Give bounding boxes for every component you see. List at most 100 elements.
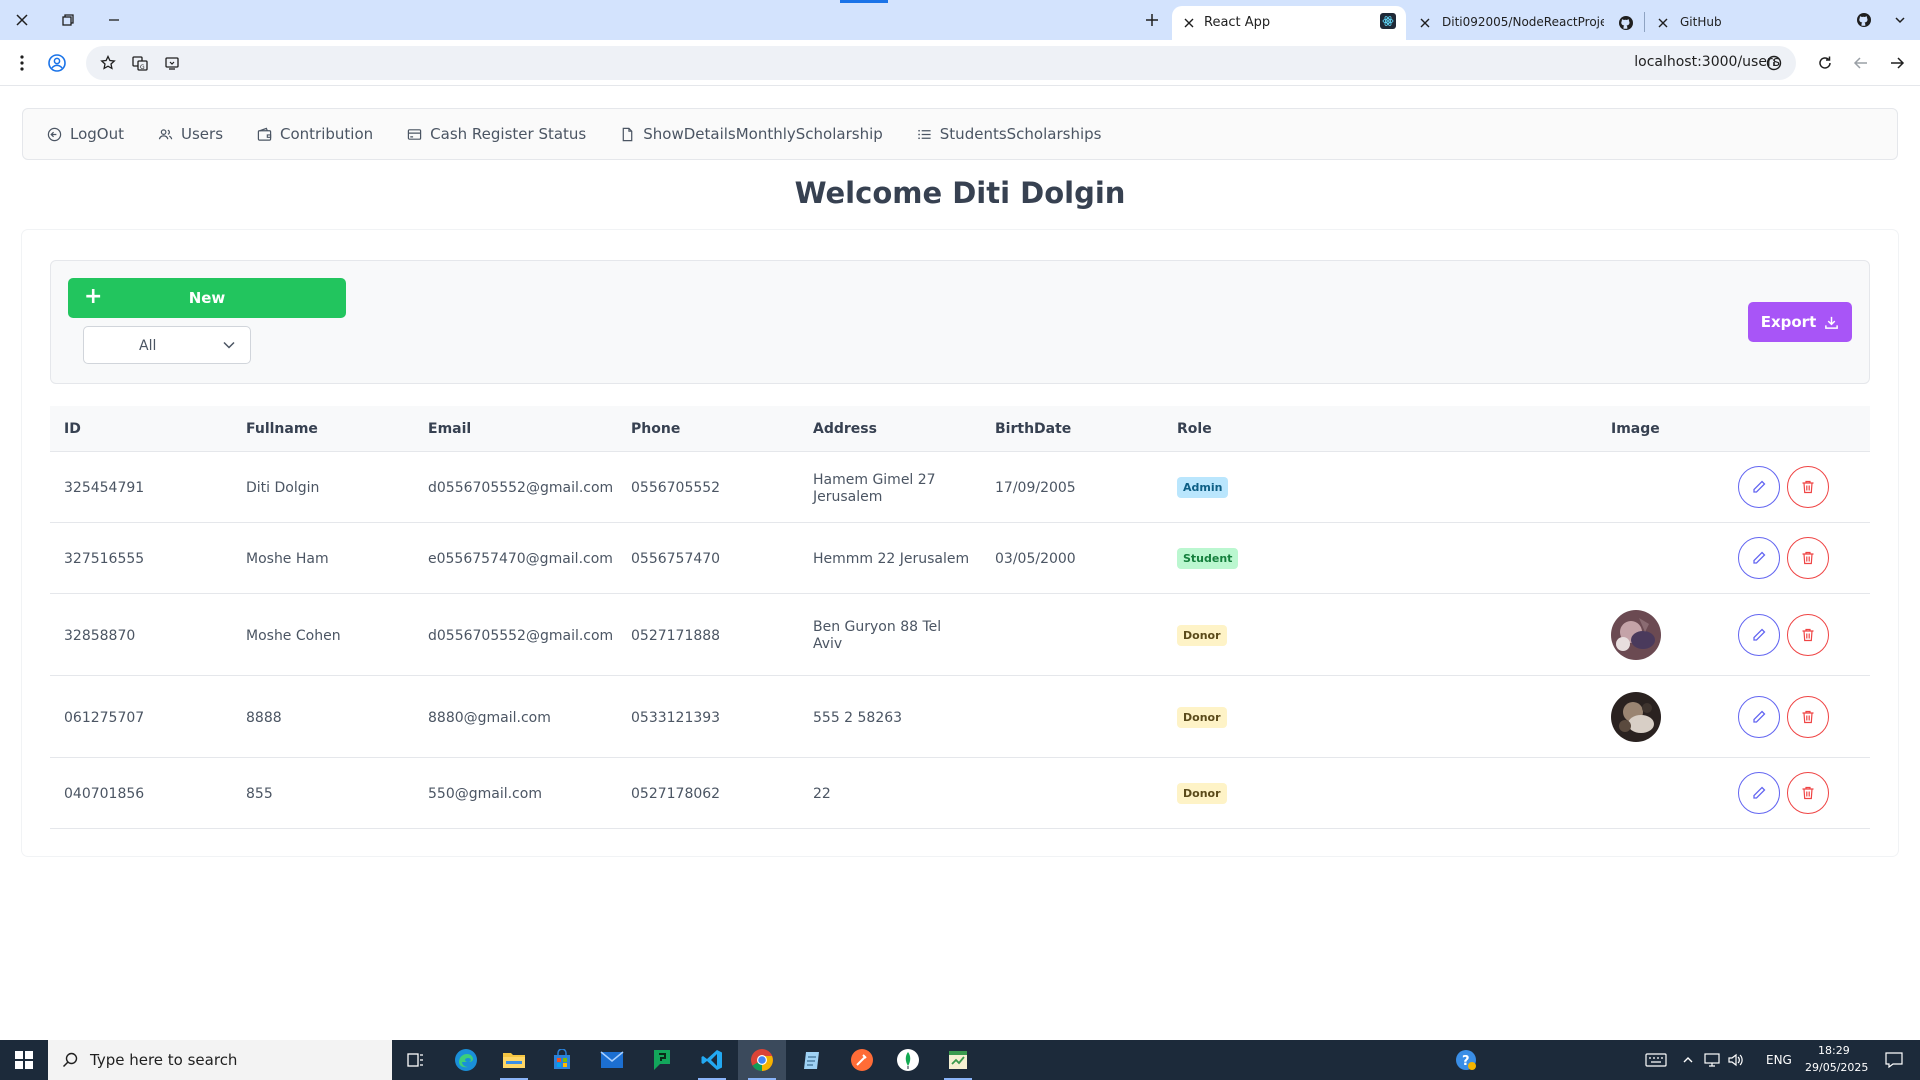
- menu-contribution[interactable]: Contribution: [257, 125, 373, 143]
- role-badge: Donor: [1177, 707, 1227, 728]
- postman-icon[interactable]: [838, 1040, 886, 1080]
- cell-id: 327516555: [64, 551, 145, 567]
- edit-button[interactable]: [1738, 696, 1780, 738]
- profile-icon[interactable]: [46, 52, 68, 74]
- cell-email: 8880@gmail.com: [428, 710, 551, 726]
- language-indicator[interactable]: ENG: [1766, 1053, 1792, 1067]
- windows-start-icon[interactable]: [0, 1040, 48, 1080]
- export-button-label: Export: [1760, 313, 1817, 331]
- forward-icon[interactable]: [1850, 52, 1872, 74]
- app-menubar: LogOut Users Contribution Cash Register …: [22, 108, 1898, 160]
- app-green-icon[interactable]: [638, 1040, 686, 1080]
- microsoft-store-icon[interactable]: [538, 1040, 586, 1080]
- file-explorer-icon[interactable]: [490, 1040, 538, 1080]
- column-header-image[interactable]: Image: [1611, 421, 1660, 437]
- close-tab-icon[interactable]: [1420, 18, 1430, 28]
- spreadsheet-app-icon[interactable]: [934, 1040, 982, 1080]
- task-view-icon[interactable]: [392, 1040, 440, 1080]
- notepad-icon[interactable]: [788, 1040, 836, 1080]
- address-bar[interactable]: G: [86, 46, 1796, 80]
- cell-phone: 0533121393: [631, 710, 721, 726]
- menu-logout[interactable]: LogOut: [47, 125, 124, 143]
- keyboard-icon[interactable]: [1632, 1040, 1680, 1080]
- column-header-birthdate[interactable]: BirthDate: [995, 421, 1071, 437]
- column-header-phone[interactable]: Phone: [631, 421, 680, 437]
- trash-icon: [1802, 551, 1814, 565]
- network-icon[interactable]: [1700, 1040, 1724, 1080]
- reload-icon[interactable]: [1814, 52, 1836, 74]
- page-title: Welcome Diti Dolgin: [794, 176, 1126, 210]
- menu-label: StudentsScholarships: [939, 125, 1102, 143]
- chrome-icon[interactable]: [738, 1040, 786, 1080]
- new-user-button[interactable]: + New: [68, 278, 346, 318]
- help-icon[interactable]: ?: [1442, 1040, 1490, 1080]
- volume-icon[interactable]: [1724, 1040, 1748, 1080]
- column-header-email[interactable]: Email: [428, 421, 471, 437]
- tab-search-dropdown-icon[interactable]: [1890, 10, 1910, 30]
- role-badge: Admin: [1177, 477, 1229, 498]
- menu-label: ShowDetailsMonthlyScholarship: [643, 125, 883, 143]
- menu-show-details-monthly-scholarship[interactable]: ShowDetailsMonthlyScholarship: [620, 125, 883, 143]
- column-header-fullname[interactable]: Fullname: [246, 421, 318, 437]
- delete-button[interactable]: [1787, 466, 1829, 508]
- column-header-address[interactable]: Address: [813, 421, 877, 437]
- pencil-icon: [1753, 628, 1766, 641]
- delete-button[interactable]: [1787, 772, 1829, 814]
- column-header-role[interactable]: Role: [1177, 421, 1212, 437]
- edge-browser-icon[interactable]: [442, 1040, 490, 1080]
- cell-birthdate: 17/09/2005: [995, 480, 1076, 496]
- new-tab-icon[interactable]: [1140, 10, 1164, 30]
- pencil-icon: [1753, 786, 1766, 799]
- taskbar-search-box[interactable]: Type here to search: [48, 1040, 392, 1080]
- close-tab-icon[interactable]: [1184, 18, 1194, 28]
- trash-icon: [1802, 628, 1814, 642]
- cell-phone: 0556705552: [631, 480, 721, 496]
- menu-cash-register-status[interactable]: Cash Register Status: [407, 125, 586, 143]
- cell-address-line2: Jerusalem: [813, 489, 883, 505]
- clock-time[interactable]: 18:29: [1818, 1044, 1850, 1057]
- clock-date[interactable]: 29/05/2025: [1805, 1061, 1868, 1074]
- cell-address-line1: 22: [813, 786, 831, 802]
- chevron-up-icon[interactable]: [1676, 1040, 1700, 1080]
- list-icon: [918, 129, 931, 139]
- restore-window-icon[interactable]: [56, 10, 80, 30]
- role-filter-dropdown[interactable]: All: [83, 326, 251, 364]
- column-header-id[interactable]: ID: [64, 421, 81, 437]
- notifications-icon[interactable]: [1870, 1040, 1918, 1080]
- edit-button[interactable]: [1738, 772, 1780, 814]
- react-favicon-icon: [1380, 13, 1396, 29]
- close-window-icon[interactable]: [10, 10, 34, 30]
- minimize-window-icon[interactable]: [102, 10, 126, 30]
- cell-address-line1: 555 2 58263: [813, 710, 903, 726]
- users-icon: [158, 128, 173, 139]
- delete-button[interactable]: [1787, 614, 1829, 656]
- menu-students-scholarships[interactable]: StudentsScholarships: [917, 125, 1102, 143]
- user-avatar: [1611, 610, 1661, 660]
- edit-button[interactable]: [1738, 614, 1780, 656]
- users-table: ID Fullname Email Phone Address BirthDat…: [50, 406, 1870, 829]
- tab-react-app[interactable]: React App: [1172, 6, 1406, 40]
- vscode-icon[interactable]: [688, 1040, 736, 1080]
- menu-users[interactable]: Users: [158, 125, 223, 143]
- delete-button[interactable]: [1787, 696, 1829, 738]
- edit-button[interactable]: [1738, 537, 1780, 579]
- export-button[interactable]: Export: [1748, 302, 1852, 342]
- cell-fullname: Moshe Cohen: [246, 628, 341, 644]
- svg-text:G: G: [140, 64, 145, 71]
- translate-icon[interactable]: G: [130, 53, 150, 73]
- search-placeholder: Type here to search: [90, 1051, 238, 1069]
- edit-button[interactable]: [1738, 466, 1780, 508]
- mongodb-compass-icon[interactable]: [884, 1040, 932, 1080]
- table-row: 325454791 Diti Dolgin d0556705552@gmail.…: [50, 452, 1870, 523]
- close-tab-icon[interactable]: [1658, 18, 1668, 28]
- more-options-icon[interactable]: [12, 52, 32, 74]
- mail-icon[interactable]: [588, 1040, 636, 1080]
- file-icon: [622, 127, 633, 141]
- tab-github[interactable]: GitHub: [1650, 6, 1862, 40]
- back-icon[interactable]: [1886, 52, 1908, 74]
- cast-icon[interactable]: [162, 53, 182, 73]
- tab-github-repo[interactable]: Diti092005/NodeReactProjectIn: [1412, 6, 1638, 40]
- delete-button[interactable]: [1787, 537, 1829, 579]
- bookmark-star-icon[interactable]: [98, 53, 118, 73]
- trash-icon: [1802, 786, 1814, 800]
